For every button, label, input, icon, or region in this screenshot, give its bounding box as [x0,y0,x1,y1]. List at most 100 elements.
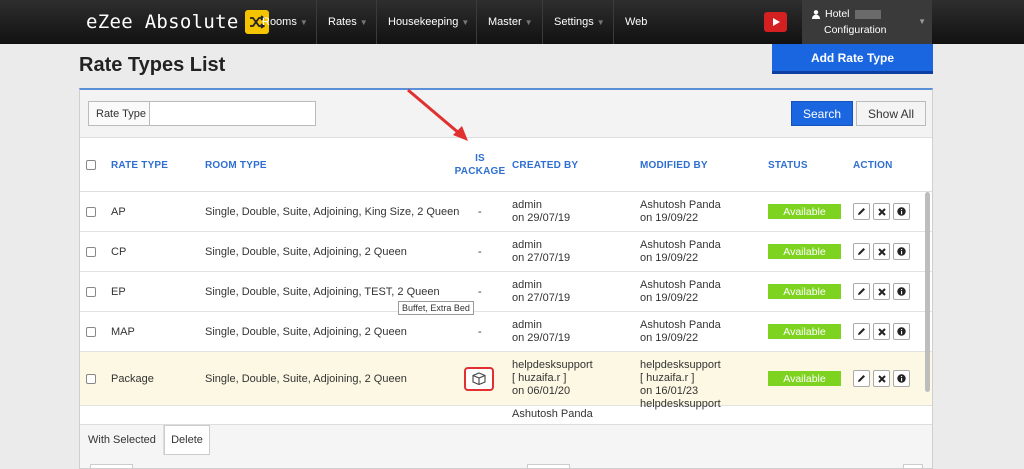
row-checkbox-cell [86,272,96,311]
table-row: MAP Single, Double, Suite, Adjoining, 2 Q… [80,312,932,352]
modified-by-name: helpdesksupport [640,359,721,371]
modified-on: on 19/09/22 [640,331,699,344]
nav-housekeeping[interactable]: Housekeeping ▼ [377,0,477,44]
page-select[interactable] [527,464,570,468]
room-type-cell: Single, Double, Suite, Adjoining, 2 Quee… [205,325,407,338]
created-on: on 06/01/20 [512,385,571,397]
rate-type-label: Rate Type [88,101,150,126]
nav-rooms-label: Rooms [262,16,297,28]
created-on: on 29/07/19 [512,331,571,344]
status-cell: Available [768,192,841,231]
header-is-package-label: IS PACKAGE [454,153,506,177]
header-action: ACTION [853,159,893,171]
search-button[interactable]: Search [791,101,853,126]
status-badge: Available [768,324,841,339]
modified-by-cell: Ashutosh Panda on 19/09/22 [640,272,721,311]
page-size-select[interactable] [90,464,133,468]
youtube-icon[interactable] [764,12,787,32]
rate-type-cell: CP [111,245,127,258]
nav-rates[interactable]: Rates ▼ [317,0,377,44]
modified-on: on 19/09/22 [640,211,699,224]
header-rate-type[interactable]: RATE TYPE [111,138,168,192]
app-logo[interactable]: eZee Absolute [86,8,269,36]
edit-icon[interactable] [853,283,870,300]
status-badge: Available [768,204,841,219]
row-checkbox[interactable] [86,326,96,337]
room-type-cell: Single, Double, Suite, Adjoining, 2 Quee… [205,372,407,385]
action-cell [853,352,913,405]
close-icon[interactable] [873,323,890,340]
created-by-cell: admin on 29/07/19 [512,312,570,351]
row-checkbox[interactable] [86,373,96,384]
chevron-down-icon: ▼ [918,17,926,26]
row-checkbox[interactable] [86,286,96,297]
select-all-checkbox[interactable] [86,160,96,170]
edit-icon[interactable] [853,370,870,387]
edit-icon[interactable] [853,203,870,220]
action-cell [853,232,913,271]
rate-type-input[interactable] [150,101,316,126]
hotel-menu[interactable]: Hotel Configuration ▼ [802,0,932,44]
row-checkbox-cell [86,192,96,231]
info-icon[interactable] [893,203,910,220]
edit-icon[interactable] [853,323,870,340]
modified-on: on 19/09/22 [640,251,699,264]
created-by-name: helpdesksupport [512,359,593,371]
nav-master-label: Master [488,16,522,28]
created-by-name: admin [512,318,542,331]
modified-by-cell: Ashutosh Panda on 19/09/22 [640,232,721,271]
package-icon[interactable] [464,366,494,391]
header-modified-by[interactable]: MODIFIED BY [640,138,708,192]
modified-by-name: Ashutosh Panda [640,238,721,251]
is-package-cell: - [478,245,482,258]
info-icon[interactable] [893,283,910,300]
hotel-name-redacted [854,9,881,19]
chevron-down-icon: ▼ [596,17,605,27]
info-icon[interactable] [893,370,910,387]
close-icon[interactable] [873,243,890,260]
status-cell: Available [768,352,841,405]
action-cell [853,272,913,311]
delete-button[interactable]: Delete [164,425,210,455]
info-icon[interactable] [893,243,910,260]
row-checkbox[interactable] [86,206,96,217]
nav-rooms[interactable]: Rooms ▼ [251,0,317,44]
row-checkbox-cell [86,312,96,351]
nav-settings[interactable]: Settings ▼ [543,0,614,44]
chevron-down-icon: ▼ [299,17,308,27]
add-rate-type-button[interactable]: Add Rate Type [772,44,933,74]
table-header: RATE TYPE ROOM TYPE IS PACKAGE CREATED B… [80,138,932,192]
edit-icon[interactable] [853,243,870,260]
row-checkbox-cell [86,352,96,405]
header-created-by[interactable]: CREATED BY [512,138,578,192]
nav-housekeeping-label: Housekeeping [388,16,459,28]
header-is-package[interactable]: IS PACKAGE [455,138,505,192]
created-on: on 27/07/19 [512,291,571,304]
rate-types-panel: Rate Type Search Show All RATE TYPE ROOM… [79,88,933,469]
nav-web[interactable]: Web [614,0,660,44]
next-page-button[interactable] [903,464,923,468]
nav-master[interactable]: Master ▼ [477,0,543,44]
modified-by-name: Ashutosh Panda [640,278,721,291]
modified-by-name: helpdesksupport [640,398,721,410]
is-package-cell: - [478,205,482,218]
header-status[interactable]: STATUS [768,138,808,192]
close-icon[interactable] [873,370,890,387]
status-cell: Available [768,312,841,351]
table-scrollbar[interactable] [925,192,930,392]
is-package-cell: - [478,325,482,338]
logo-text: eZee Absolute [86,11,239,33]
row-checkbox[interactable] [86,246,96,257]
modified-by-name: Ashutosh Panda [640,318,721,331]
modified-by-cell: Ashutosh Panda on 19/09/22 [640,192,721,231]
close-icon[interactable] [873,283,890,300]
modified-by-user: [ huzaifa.r ] [640,372,695,384]
close-icon[interactable] [873,203,890,220]
created-on: on 29/07/19 [512,211,571,224]
header-room-type[interactable]: ROOM TYPE [205,138,267,192]
filter-bar: Rate Type Search Show All [80,90,932,138]
info-icon[interactable] [893,323,910,340]
created-by-cell: helpdesksupport[ huzaifa.r ] on 06/01/20 [512,352,593,405]
show-all-button[interactable]: Show All [856,101,926,126]
chevron-down-icon: ▼ [359,17,368,27]
